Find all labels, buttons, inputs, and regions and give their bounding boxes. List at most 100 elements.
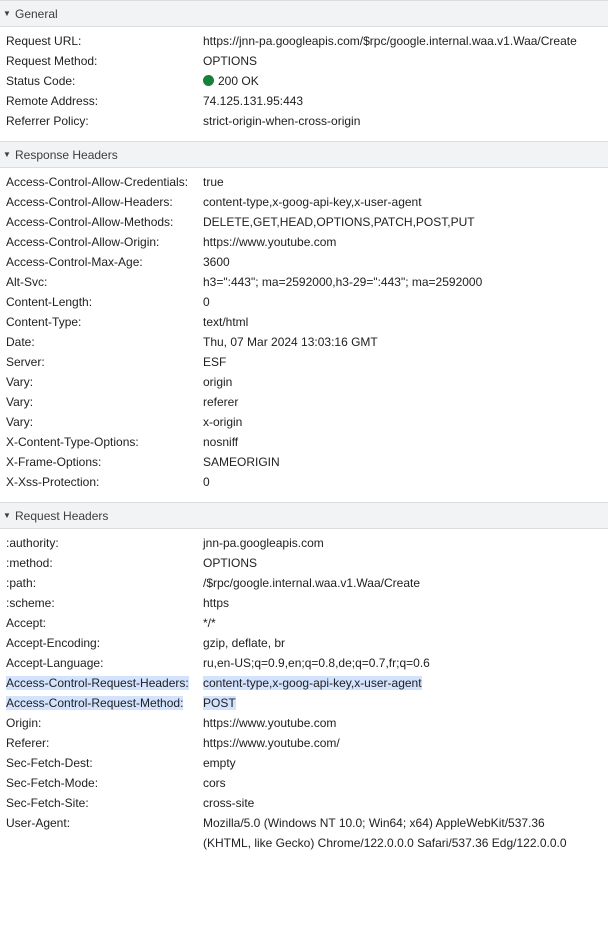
selected-value-text: content-type,x-goog-api-key,x-user-agent [203, 676, 422, 690]
header-value[interactable]: nosniff [197, 432, 608, 452]
request-headers-section-title: Request Headers [15, 508, 109, 523]
request-header-row: Accept-Language: ru,en-US;q=0.9,en;q=0.8,… [0, 653, 608, 673]
header-key: Accept-Language: [6, 656, 104, 670]
header-key: Access-Control-Max-Age: [6, 255, 143, 269]
header-key: Content-Length: [6, 295, 93, 309]
request-header-row: :scheme: https [0, 593, 608, 613]
header-key: :path: [6, 576, 37, 590]
header-value[interactable]: DELETE,GET,HEAD,OPTIONS,PATCH,POST,PUT [197, 212, 608, 232]
header-value[interactable]: empty [197, 753, 608, 773]
response-header-row: X-Frame-Options: SAMEORIGIN [0, 452, 608, 472]
header-key: Server: [6, 355, 45, 369]
header-value[interactable]: ru,en-US;q=0.9,en;q=0.8,de;q=0.7,fr;q=0.… [197, 653, 608, 673]
header-value[interactable]: h3=":443"; ma=2592000,h3-29=":443"; ma=2… [197, 272, 608, 292]
header-key: Sec-Fetch-Site: [6, 796, 89, 810]
triangle-down-icon: ▼ [3, 9, 11, 18]
selected-key-text: Access-Control-Request-Method: [6, 696, 184, 710]
header-key: Referer: [6, 736, 50, 750]
header-value[interactable]: */* [197, 613, 608, 633]
header-key: Status Code: [6, 74, 76, 88]
response-header-row: Access-Control-Allow-Credentials: true [0, 172, 608, 192]
header-value[interactable]: x-origin [197, 412, 608, 432]
header-value[interactable]: https://www.youtube.com [197, 232, 608, 252]
header-value[interactable]: OPTIONS [197, 553, 608, 573]
selected-key-text: Access-Control-Request-Headers: [6, 676, 189, 690]
header-key: Access-Control-Allow-Credentials: [6, 175, 189, 189]
header-key: Alt-Svc: [6, 275, 48, 289]
response-headers-section: ▼ Response Headers Access-Control-Allow-… [0, 141, 608, 502]
response-header-row: Access-Control-Allow-Headers: content-typ… [0, 192, 608, 212]
general-row-request-method: Request Method: OPTIONS [0, 51, 608, 71]
header-value[interactable]: gzip, deflate, br [197, 633, 608, 653]
response-header-row: Access-Control-Allow-Methods: DELETE,GET,… [0, 212, 608, 232]
response-header-row: X-Content-Type-Options: nosniff [0, 432, 608, 452]
header-value[interactable]: https://www.youtube.com [197, 713, 608, 733]
header-key: Origin: [6, 716, 42, 730]
response-header-row: Server: ESF [0, 352, 608, 372]
header-value[interactable]: https://jnn-pa.googleapis.com/$rpc/googl… [197, 31, 608, 51]
header-value[interactable]: content-type,x-goog-api-key,x-user-agent [197, 192, 608, 212]
header-value[interactable]: cors [197, 773, 608, 793]
request-header-row-selected: Access-Control-Request-Headers: content-t… [0, 673, 608, 693]
header-value[interactable]: /$rpc/google.internal.waa.v1.Waa/Create [197, 573, 608, 593]
header-key: X-Content-Type-Options: [6, 435, 139, 449]
status-dot-icon [203, 75, 214, 86]
header-value[interactable]: OPTIONS [197, 51, 608, 71]
header-key: Content-Type: [6, 315, 82, 329]
general-row-status-code: Status Code: 200 OK [0, 71, 608, 91]
header-value[interactable]: text/html [197, 312, 608, 332]
header-value[interactable]: SAMEORIGIN [197, 452, 608, 472]
response-header-row: Vary: referer [0, 392, 608, 412]
header-key: :method: [6, 556, 53, 570]
response-header-row: Access-Control-Max-Age: 3600 [0, 252, 608, 272]
header-value[interactable]: content-type,x-goog-api-key,x-user-agent [197, 673, 608, 693]
general-row-remote-address: Remote Address: 74.125.131.95:443 [0, 91, 608, 111]
header-key: Access-Control-Allow-Methods: [6, 215, 174, 229]
header-value[interactable]: jnn-pa.googleapis.com [197, 533, 608, 553]
general-row-request-url: Request URL: https://jnn-pa.googleapis.c… [0, 31, 608, 51]
header-key: User-Agent: [6, 816, 71, 830]
header-value[interactable]: 0 [197, 292, 608, 312]
request-headers-section-header[interactable]: ▼ Request Headers [0, 503, 608, 529]
request-header-row: Sec-Fetch-Site: cross-site [0, 793, 608, 813]
request-header-row-selected: Access-Control-Request-Method: POST [0, 693, 608, 713]
header-value[interactable]: origin [197, 372, 608, 392]
header-key: Request Method: [6, 54, 98, 68]
response-headers-section-title: Response Headers [15, 147, 118, 162]
general-section-header[interactable]: ▼ General [0, 1, 608, 27]
header-value[interactable]: 3600 [197, 252, 608, 272]
response-header-row: Content-Type: text/html [0, 312, 608, 332]
response-header-row: Vary: origin [0, 372, 608, 392]
header-value[interactable]: referer [197, 392, 608, 412]
header-value[interactable]: 0 [197, 472, 608, 492]
header-value[interactable]: Thu, 07 Mar 2024 13:03:16 GMT [197, 332, 608, 352]
header-key: Accept-Encoding: [6, 636, 101, 650]
request-header-row: :method: OPTIONS [0, 553, 608, 573]
response-header-row: Content-Length: 0 [0, 292, 608, 312]
request-header-row: Accept: */* [0, 613, 608, 633]
request-header-row: Origin: https://www.youtube.com [0, 713, 608, 733]
request-headers-section: ▼ Request Headers :authority: jnn-pa.goog… [0, 502, 608, 863]
header-value[interactable]: ESF [197, 352, 608, 372]
header-key: Referrer Policy: [6, 114, 89, 128]
header-value[interactable]: 74.125.131.95:443 [197, 91, 608, 111]
header-key: Access-Control-Allow-Headers: [6, 195, 173, 209]
header-value[interactable]: https://www.youtube.com/ [197, 733, 608, 753]
header-value[interactable]: Mozilla/5.0 (Windows NT 10.0; Win64; x64… [197, 813, 608, 853]
request-header-row: Sec-Fetch-Mode: cors [0, 773, 608, 793]
header-key: Vary: [6, 375, 34, 389]
header-key: Vary: [6, 415, 34, 429]
header-value[interactable]: 200 OK [197, 71, 608, 91]
header-value[interactable]: strict-origin-when-cross-origin [197, 111, 608, 131]
response-header-row: Alt-Svc: h3=":443"; ma=2592000,h3-29=":44… [0, 272, 608, 292]
request-header-row: Sec-Fetch-Dest: empty [0, 753, 608, 773]
response-headers-section-header[interactable]: ▼ Response Headers [0, 142, 608, 168]
header-value[interactable]: cross-site [197, 793, 608, 813]
header-value[interactable]: POST [197, 693, 608, 713]
response-headers-section-body: Access-Control-Allow-Credentials: true Ac… [0, 168, 608, 502]
header-value[interactable]: https [197, 593, 608, 613]
response-header-row: Access-Control-Allow-Origin: https://www.… [0, 232, 608, 252]
header-key: Date: [6, 335, 35, 349]
header-value[interactable]: true [197, 172, 608, 192]
request-header-row: :authority: jnn-pa.googleapis.com [0, 533, 608, 553]
